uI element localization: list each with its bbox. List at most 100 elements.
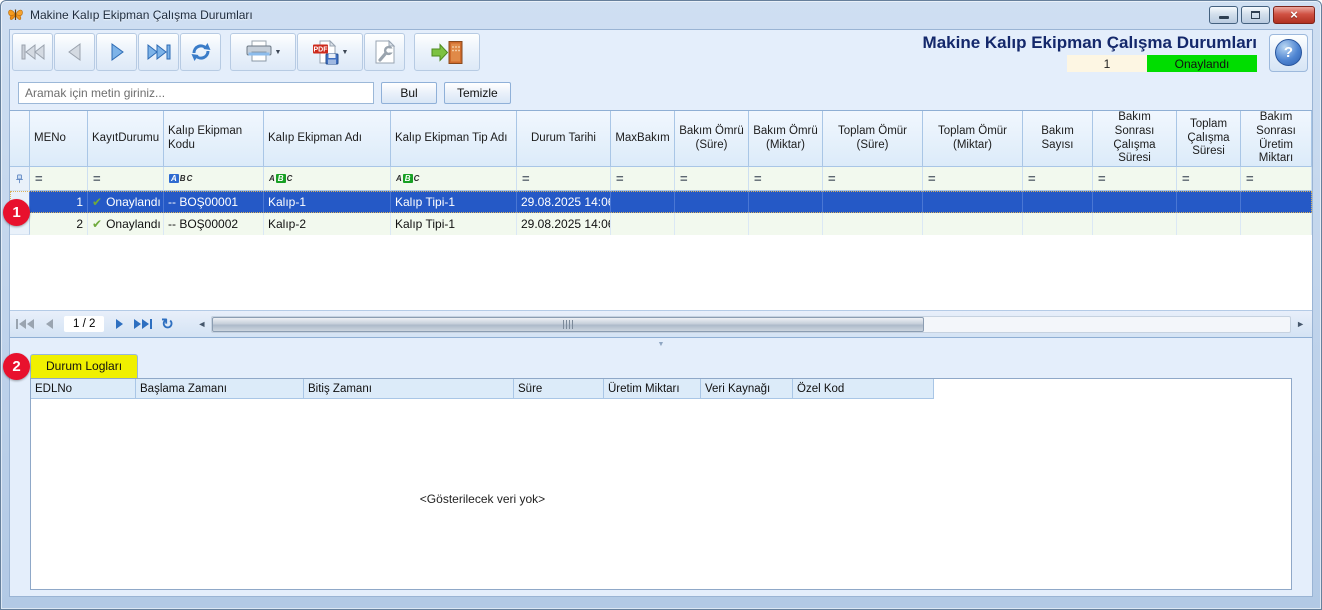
cell-name[interactable]: Kalıp-1	[264, 191, 391, 213]
text-filter-icon: ABC	[396, 174, 419, 183]
table-row[interactable]: 2 ✔Onaylandı -- BOŞ00002 Kalıp-2 Kalıp T…	[10, 213, 1312, 235]
filter-cell[interactable]: =	[517, 167, 611, 191]
scroll-left-icon[interactable]: ◄	[193, 319, 210, 329]
previous-record-button[interactable]	[54, 33, 95, 71]
cell-status[interactable]: ✔Onaylandı	[88, 213, 164, 235]
scroll-right-icon[interactable]: ►	[1292, 319, 1309, 329]
minimize-button[interactable]	[1209, 6, 1238, 24]
cell-empty[interactable]	[1023, 191, 1093, 213]
column-header-bakim-omru-miktar[interactable]: Bakım Ömrü (Miktar)	[749, 111, 823, 167]
cell-empty[interactable]	[749, 213, 823, 235]
log-column-header-uretim[interactable]: Üretim Miktarı	[604, 379, 701, 398]
column-header-kalip-ekipman-tip-adi[interactable]: Kalıp Ekipman Tip Adı	[391, 111, 517, 167]
cell-code[interactable]: -- BOŞ00001	[164, 191, 264, 213]
filter-cell[interactable]: =	[923, 167, 1023, 191]
splitter[interactable]: ▼	[10, 338, 1312, 350]
filter-cell[interactable]: =	[1023, 167, 1093, 191]
close-button[interactable]: ×	[1273, 6, 1315, 24]
pager-refresh-button[interactable]: ↻	[155, 314, 179, 335]
refresh-button[interactable]	[180, 33, 221, 71]
column-header-meno[interactable]: MENo	[30, 111, 88, 167]
column-header-toplam-omur-sure[interactable]: Toplam Ömür (Süre)	[823, 111, 923, 167]
cell-name[interactable]: Kalıp-2	[264, 213, 391, 235]
help-button[interactable]: ?	[1269, 34, 1308, 72]
cell-empty[interactable]	[1093, 213, 1177, 235]
pager-next-button[interactable]	[107, 314, 131, 335]
column-header-bakim-sonrasi-uretim[interactable]: Bakım Sonrası Üretim Miktarı	[1241, 111, 1312, 167]
filter-cell[interactable]: =	[611, 167, 675, 191]
filter-cell[interactable]: ABC	[264, 167, 391, 191]
find-button[interactable]: Bul	[381, 82, 437, 104]
cell-empty[interactable]	[611, 191, 675, 213]
print-dropdown-icon[interactable]: ▼	[275, 49, 282, 56]
tab-durum-loglari[interactable]: Durum Logları	[30, 354, 138, 378]
column-header-durum-tarihi[interactable]: Durum Tarihi	[517, 111, 611, 167]
cell-empty[interactable]	[1177, 191, 1241, 213]
column-header-kalip-ekipman-kodu[interactable]: Kalıp Ekipman Kodu	[164, 111, 264, 167]
cell-empty[interactable]	[675, 191, 749, 213]
column-header-bakim-omru-sure[interactable]: Bakım Ömrü (Süre)	[675, 111, 749, 167]
log-column-header-edlno[interactable]: EDLNo	[31, 379, 136, 398]
cell-type-name[interactable]: Kalıp Tipi-1	[391, 213, 517, 235]
cell-empty[interactable]	[749, 191, 823, 213]
cell-status-date[interactable]: 29.08.2025 14:06	[517, 191, 611, 213]
print-preview-button[interactable]	[364, 33, 405, 71]
cell-empty[interactable]	[611, 213, 675, 235]
log-column-header-bitis[interactable]: Bitiş Zamanı	[304, 379, 514, 398]
cell-empty[interactable]	[675, 213, 749, 235]
filter-cell[interactable]: ABC	[391, 167, 517, 191]
pager-previous-button[interactable]	[37, 314, 61, 335]
column-header-toplam-omur-miktar[interactable]: Toplam Ömür (Miktar)	[923, 111, 1023, 167]
column-header-bakim-sonrasi-calisma[interactable]: Bakım Sonrası Çalışma Süresi	[1093, 111, 1177, 167]
cell-type-name[interactable]: Kalıp Tipi-1	[391, 191, 517, 213]
filter-cell[interactable]: ABC	[164, 167, 264, 191]
column-header-maxbakim[interactable]: MaxBakım	[611, 111, 675, 167]
filter-cell[interactable]: =	[30, 167, 88, 191]
print-button[interactable]: ▼	[230, 33, 296, 71]
exit-button[interactable]	[414, 33, 480, 71]
column-header-kalip-ekipman-adi[interactable]: Kalıp Ekipman Adı	[264, 111, 391, 167]
cell-status[interactable]: ✔Onaylandı	[88, 191, 164, 213]
cell-empty[interactable]	[1023, 213, 1093, 235]
scrollbar-thumb[interactable]	[212, 317, 923, 332]
cell-meno[interactable]: 2	[30, 213, 88, 235]
column-header-toplam-calisma[interactable]: Toplam Çalışma Süresi	[1177, 111, 1241, 167]
maximize-button[interactable]	[1241, 6, 1270, 24]
horizontal-scrollbar[interactable]	[211, 316, 1291, 333]
table-row-selected[interactable]: 1 ✔Onaylandı -- BOŞ00001 Kalıp-1 Kalıp T…	[10, 191, 1312, 213]
filter-cell[interactable]: =	[88, 167, 164, 191]
log-column-header-sure[interactable]: Süre	[514, 379, 604, 398]
cell-empty[interactable]	[1241, 191, 1312, 213]
log-column-header-baslama[interactable]: Başlama Zamanı	[136, 379, 304, 398]
cell-empty[interactable]	[1177, 213, 1241, 235]
cell-empty[interactable]	[923, 213, 1023, 235]
log-column-header-ozel-kod[interactable]: Özel Kod	[793, 379, 934, 398]
title-bar[interactable]: Makine Kalıp Ekipman Çalışma Durumları ×	[1, 1, 1321, 28]
pager-first-button[interactable]	[13, 314, 37, 335]
cell-empty[interactable]	[1241, 213, 1312, 235]
first-record-button[interactable]	[12, 33, 53, 71]
filter-cell[interactable]: =	[749, 167, 823, 191]
next-record-button[interactable]	[96, 33, 137, 71]
cell-empty[interactable]	[823, 191, 923, 213]
export-pdf-button[interactable]: PDF ▼	[297, 33, 363, 71]
column-header-bakim-sayisi[interactable]: Bakım Sayısı	[1023, 111, 1093, 167]
pdf-dropdown-icon[interactable]: ▼	[342, 49, 349, 56]
cell-empty[interactable]	[923, 191, 1023, 213]
filter-cell[interactable]: =	[1241, 167, 1312, 191]
filter-cell[interactable]: =	[675, 167, 749, 191]
filter-cell[interactable]: =	[1093, 167, 1177, 191]
pager-last-button[interactable]	[131, 314, 155, 335]
cell-empty[interactable]	[823, 213, 923, 235]
filter-cell[interactable]: =	[1177, 167, 1241, 191]
column-header-kayitdurumu[interactable]: KayıtDurumu	[88, 111, 164, 167]
cell-code[interactable]: -- BOŞ00002	[164, 213, 264, 235]
cell-empty[interactable]	[1093, 191, 1177, 213]
cell-status-date[interactable]: 29.08.2025 14:06	[517, 213, 611, 235]
filter-cell[interactable]: =	[823, 167, 923, 191]
last-record-button[interactable]	[138, 33, 179, 71]
search-input[interactable]	[18, 82, 374, 104]
cell-meno[interactable]: 1	[30, 191, 88, 213]
log-column-header-veri-kaynagi[interactable]: Veri Kaynağı	[701, 379, 793, 398]
clear-button[interactable]: Temizle	[444, 82, 511, 104]
